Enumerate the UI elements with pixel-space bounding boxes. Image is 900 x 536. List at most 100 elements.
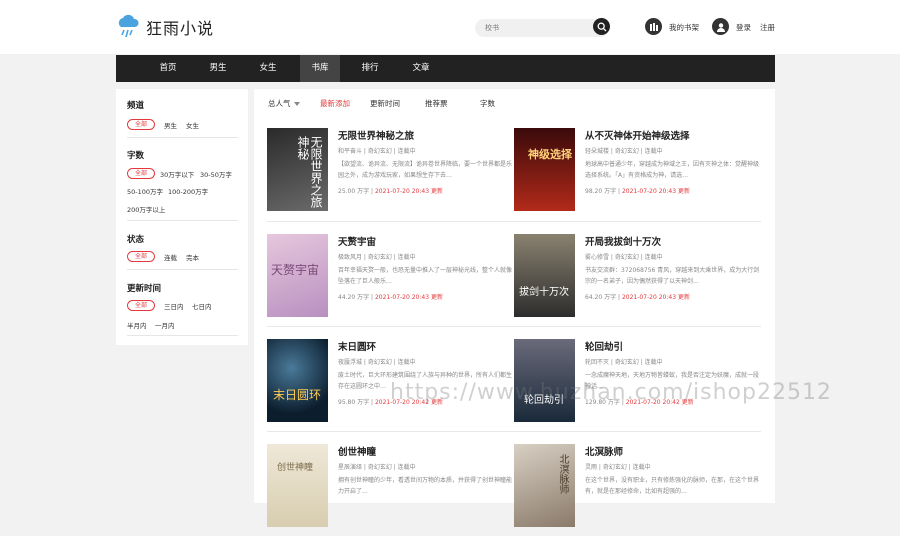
cover-title: 北溟脉师: [557, 454, 568, 494]
nav-ranking[interactable]: 排行: [350, 55, 390, 82]
book-meta: 雾心修雪 | 奇幻玄幻 | 连载中: [585, 254, 663, 261]
header: 狂雨小说 我的书架 登录 注册: [0, 0, 900, 54]
sort-newest[interactable]: 最新添加: [320, 98, 350, 109]
sort-popularity[interactable]: 总人气: [268, 98, 300, 109]
book-words: 98.20 万字: [585, 188, 617, 195]
book-title[interactable]: 天赘宇宙: [338, 234, 376, 248]
sort-recommend[interactable]: 推荐票: [425, 98, 448, 109]
nav-female[interactable]: 女生: [248, 55, 288, 82]
book-description: 百年幸福天赘一般，也恐无量中推入了一层神秘光线，整个人就像坠落在了巨人般乐…: [338, 267, 513, 285]
divider: [127, 220, 238, 221]
book-card[interactable]: 拔剑十万次 开局我拔剑十万次 雾心修雪 | 奇幻玄幻 | 连载中 书友交流群：3…: [514, 234, 764, 326]
cover-title: 神级选择: [528, 148, 572, 161]
book-cover[interactable]: 北溟脉师: [514, 444, 575, 527]
filter-channel-all[interactable]: 全部: [127, 119, 155, 130]
book-update-time: 2021-07-20 20:43: [374, 188, 430, 195]
filter-channel-male[interactable]: 男生: [164, 120, 177, 130]
filter-update-halfmonth[interactable]: 半月内: [127, 320, 147, 330]
filter-sidebar: 频道 全部 男生 女生 字数 全部 30万字以下 30-50万字 50-100万…: [116, 89, 248, 345]
book-card[interactable]: 无限世界之旅 神秘 无限世界神秘之旅 和平奋斗 | 奇幻玄幻 | 连载中 【欲望…: [267, 128, 517, 220]
filter-title-words: 字数: [127, 151, 145, 161]
book-description: 书友交流群：372068756 青风，穿越来到大乘世界，成为大行剑宗的一名弟子，…: [585, 267, 760, 285]
filter-words-over200[interactable]: 200万字以上: [127, 204, 165, 214]
book-title[interactable]: 创世神瞳: [338, 444, 376, 458]
book-cover[interactable]: 末日圆环: [267, 339, 328, 422]
divider: [514, 431, 761, 432]
book-cover[interactable]: 天赘宇宙: [267, 234, 328, 317]
book-words: 64.20 万字: [585, 294, 617, 301]
nav-articles[interactable]: 文章: [401, 55, 441, 82]
filter-words-30-50[interactable]: 30-50万字: [200, 169, 232, 179]
search-input[interactable]: [485, 21, 585, 35]
filter-channel-female[interactable]: 女生: [186, 120, 199, 130]
book-meta: 夜蜃浮城 | 奇幻玄幻 | 连载中: [338, 359, 416, 366]
filter-status-finished[interactable]: 完本: [186, 252, 199, 262]
cover-title: 天赘宇宙: [271, 263, 320, 277]
book-footer: 25.00 万字 | 2021-07-20 20:43 更新: [338, 188, 443, 195]
filter-title-update: 更新时间: [127, 284, 162, 294]
filter-update-month[interactable]: 一月内: [155, 320, 175, 330]
book-title[interactable]: 末日圆环: [338, 339, 376, 353]
user-icon[interactable]: [712, 18, 729, 35]
book-title[interactable]: 开局我拔剑十万次: [585, 234, 661, 248]
cover-title: 末日圆环: [273, 388, 322, 402]
search-icon: [597, 22, 606, 31]
register-link[interactable]: 注册: [760, 22, 775, 33]
main-nav: 首页 男生 女生 书库 排行 文章: [116, 55, 775, 82]
nav-male[interactable]: 男生: [198, 55, 238, 82]
filter-status-all[interactable]: 全部: [127, 251, 155, 262]
book-update-time: 2021-07-20 20:43: [374, 294, 430, 301]
filter-words-under30[interactable]: 30万字以下: [160, 169, 194, 179]
book-cover[interactable]: 神级选择: [514, 128, 575, 211]
filter-update-7days[interactable]: 七日内: [192, 301, 212, 311]
rain-cloud-icon: [118, 14, 139, 38]
book-card[interactable]: 神级选择 从不灭神体开始神级选择 轻朵城楼 | 奇幻玄幻 | 连载中 地球高中普…: [514, 128, 764, 220]
book-cover[interactable]: 拔剑十万次: [514, 234, 575, 317]
my-bookshelf-link[interactable]: 我的书架: [669, 22, 699, 33]
book-title[interactable]: 无限世界神秘之旅: [338, 128, 414, 142]
book-card[interactable]: 创世神瞳 创世神瞳 星辰演绎 | 奇幻玄幻 | 连载中 拥有创世神瞳的少年，看透…: [267, 444, 517, 536]
filter-update-3days[interactable]: 三日内: [164, 301, 184, 311]
divider: [127, 269, 238, 270]
book-description: 在这个世界，没有职业，只有修炼强化的脉师，在那，在这个世界有，就是在那经修命，比…: [585, 477, 760, 495]
book-footer: 44.20 万字 | 2021-07-20 20:43 更新: [338, 294, 443, 301]
nav-library[interactable]: 书库: [300, 55, 340, 82]
book-card[interactable]: 天赘宇宙 天赘宇宙 极致风月 | 奇幻玄幻 | 连载中 百年幸福天赘一般，也恐无…: [267, 234, 517, 326]
book-card[interactable]: 北溟脉师 北溟脉师 灵雨 | 奇幻玄幻 | 连载中 在这个世界，没有职业，只有修…: [514, 444, 764, 536]
filter-words-50-100[interactable]: 50-100万字: [127, 186, 163, 196]
filter-update-all[interactable]: 全部: [127, 300, 155, 311]
nav-home[interactable]: 首页: [148, 55, 188, 82]
filter-words-100-200[interactable]: 100-200万字: [168, 186, 208, 196]
book-title[interactable]: 轮回劫引: [585, 339, 623, 353]
divider: [267, 326, 514, 327]
cover-title: 无限世界之旅 神秘: [296, 136, 323, 208]
cover-title: 拔剑十万次: [519, 287, 569, 298]
sort-words[interactable]: 字数: [480, 98, 495, 109]
cover-title: 创世神瞳: [277, 463, 314, 473]
book-meta: 轮回不灭 | 奇幻玄幻 | 连载中: [585, 359, 663, 366]
search-button[interactable]: [593, 18, 610, 35]
book-description: 【欲望流、诡异流、无限流】诡异卷世界降临，要一个世界都是乐园之外，成为游戏玩家，…: [338, 161, 513, 179]
book-update-tag: 更新: [430, 294, 443, 301]
book-description: 地球高中普通少年，穿越成为神域之王，因有灭神之体：觉醒神级选择系统。「A」有资格…: [585, 161, 760, 179]
book-cover[interactable]: 创世神瞳: [267, 444, 328, 527]
watermark-text: https://www.huzhan.com/ishop22512: [390, 380, 832, 405]
sort-updated[interactable]: 更新时间: [370, 98, 400, 109]
logo[interactable]: 狂雨小说: [116, 13, 214, 41]
login-link[interactable]: 登录: [736, 22, 751, 33]
book-title[interactable]: 从不灭神体开始神级选择: [585, 128, 690, 142]
bookshelf-icon[interactable]: [645, 18, 662, 35]
divider: [127, 137, 238, 138]
book-cover[interactable]: 无限世界之旅 神秘: [267, 128, 328, 211]
logo-text: 狂雨小说: [146, 19, 215, 38]
book-update-tag: 更新: [677, 188, 690, 195]
book-meta: 灵雨 | 奇幻玄幻 | 连载中: [585, 464, 651, 471]
sort-popularity-label: 总人气: [268, 99, 291, 108]
filter-status-serial[interactable]: 连载: [164, 252, 177, 262]
divider: [267, 221, 514, 222]
filter-words-all[interactable]: 全部: [127, 168, 155, 179]
book-meta: 极致风月 | 奇幻玄幻 | 连载中: [338, 254, 416, 261]
search-box: [475, 19, 609, 37]
divider: [267, 431, 514, 432]
book-title[interactable]: 北溟脉师: [585, 444, 623, 458]
